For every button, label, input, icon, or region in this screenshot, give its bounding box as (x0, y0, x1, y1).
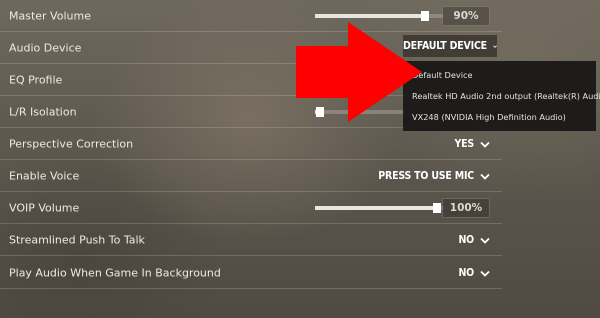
dropdown-option[interactable]: Default Device (403, 65, 596, 86)
chevron-down-icon (493, 44, 497, 48)
setting-label: EQ Profile (9, 73, 63, 87)
slider-thumb[interactable] (421, 11, 430, 21)
background-audio-dropdown[interactable]: NO (458, 267, 490, 279)
setting-label: Perspective Correction (9, 137, 134, 151)
chevron-down-icon (480, 237, 490, 244)
voip-volume-value[interactable]: 100% (442, 198, 490, 218)
master-volume-slider[interactable] (315, 11, 443, 21)
chevron-down-icon (480, 270, 490, 277)
dropdown-option[interactable]: VX248 (NVIDIA High Definition Audio) (403, 107, 596, 128)
dropdown-value: NO (458, 267, 474, 279)
setting-row-background-audio: Play Audio When Game In Background NO (0, 257, 502, 289)
setting-row-enable-voice: Enable Voice PRESS TO USE MIC (0, 160, 502, 192)
slider-fill (315, 206, 437, 210)
dropdown-value: PRESS TO USE MIC (378, 170, 474, 182)
row-divider (0, 255, 502, 256)
dropdown-value: YES (454, 138, 475, 150)
dropdown-option[interactable]: Realtek HD Audio 2nd output (Realtek(R) … (403, 86, 600, 107)
setting-label: Audio Device (9, 41, 82, 55)
slider-fill (315, 14, 426, 18)
master-volume-value[interactable]: 90% (442, 6, 490, 26)
chevron-down-icon (480, 173, 490, 180)
streamlined-ptt-dropdown[interactable]: NO (458, 234, 490, 246)
setting-label: Streamlined Push To Talk (9, 233, 145, 247)
voip-volume-slider[interactable] (315, 203, 443, 213)
setting-row-voip-volume: VOIP Volume 100% (0, 192, 502, 224)
setting-row-perspective-correction: Perspective Correction YES (0, 128, 502, 160)
row-divider (0, 288, 502, 289)
setting-label: Master Volume (9, 9, 91, 23)
dropdown-value: NO (458, 234, 474, 246)
audio-device-dropdown-list: Default Device Realtek HD Audio 2nd outp… (403, 61, 600, 131)
slider-thumb[interactable] (432, 203, 441, 213)
setting-label: L/R Isolation (9, 105, 77, 119)
setting-row-streamlined-ptt: Streamlined Push To Talk NO (0, 224, 502, 256)
chevron-down-icon (480, 141, 490, 148)
setting-label: Enable Voice (9, 169, 80, 183)
setting-label: VOIP Volume (9, 201, 80, 215)
setting-label: Play Audio When Game In Background (9, 266, 221, 280)
red-arrow-annotation-icon (296, 22, 422, 122)
setting-row-master-volume: Master Volume 90% (0, 0, 502, 32)
enable-voice-dropdown[interactable]: PRESS TO USE MIC (378, 170, 490, 182)
perspective-correction-dropdown[interactable]: YES (455, 138, 491, 150)
